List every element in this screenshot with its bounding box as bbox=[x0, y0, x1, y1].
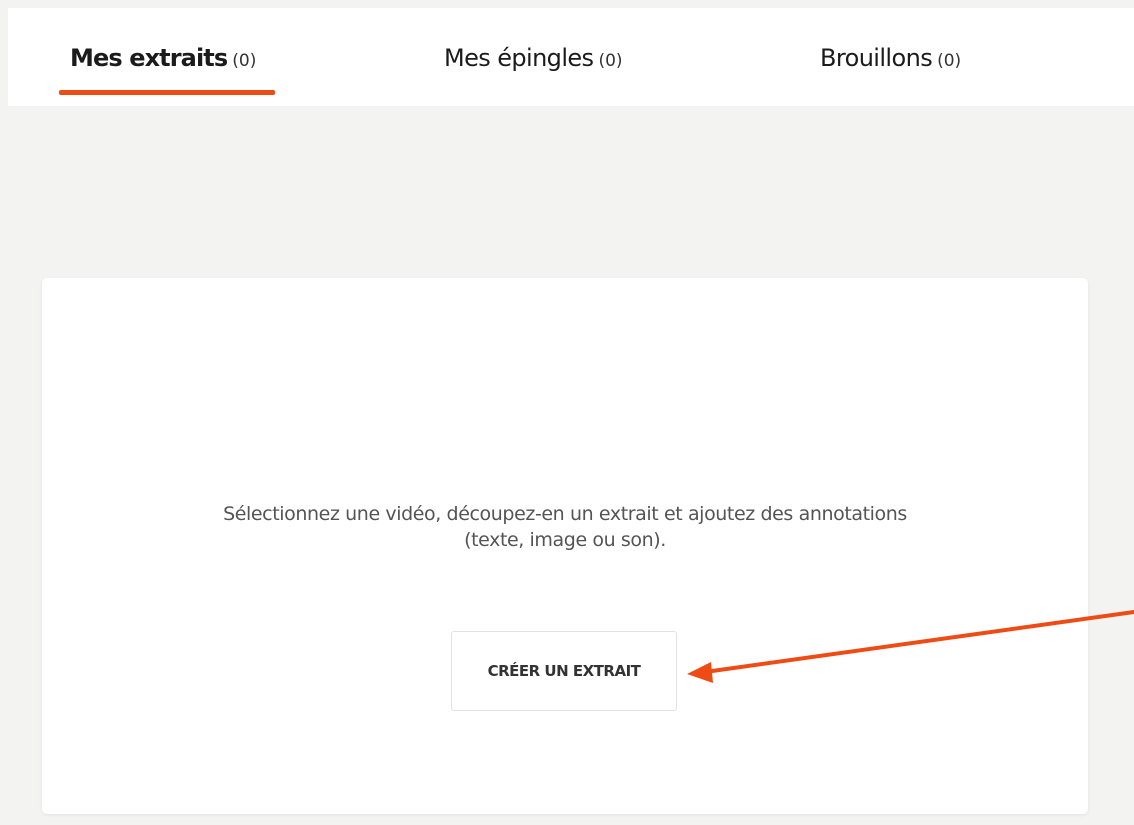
tab-label: Mes épingles bbox=[444, 44, 594, 72]
tab-mes-epingles[interactable]: Mes épingles (0) bbox=[444, 44, 623, 84]
empty-state-card: Sélectionnez une vidéo, découpez-en un e… bbox=[42, 278, 1088, 814]
tab-mes-extraits[interactable]: Mes extraits (0) bbox=[70, 44, 256, 84]
empty-state-line: Sélectionnez une vidéo, découpez-en un e… bbox=[223, 503, 907, 525]
tab-label: Brouillons bbox=[820, 44, 933, 72]
tab-count: (0) bbox=[937, 51, 962, 71]
tab-count: (0) bbox=[232, 51, 257, 71]
empty-state-description: Sélectionnez une vidéo, découpez-en un e… bbox=[115, 501, 1015, 553]
create-extract-button[interactable]: CRÉER UN EXTRAIT bbox=[451, 631, 677, 711]
tab-brouillons[interactable]: Brouillons (0) bbox=[820, 44, 961, 84]
active-tab-indicator bbox=[59, 90, 275, 95]
empty-state-line: (texte, image ou son). bbox=[464, 529, 666, 551]
tab-label: Mes extraits bbox=[70, 44, 228, 72]
tab-count: (0) bbox=[598, 51, 623, 71]
